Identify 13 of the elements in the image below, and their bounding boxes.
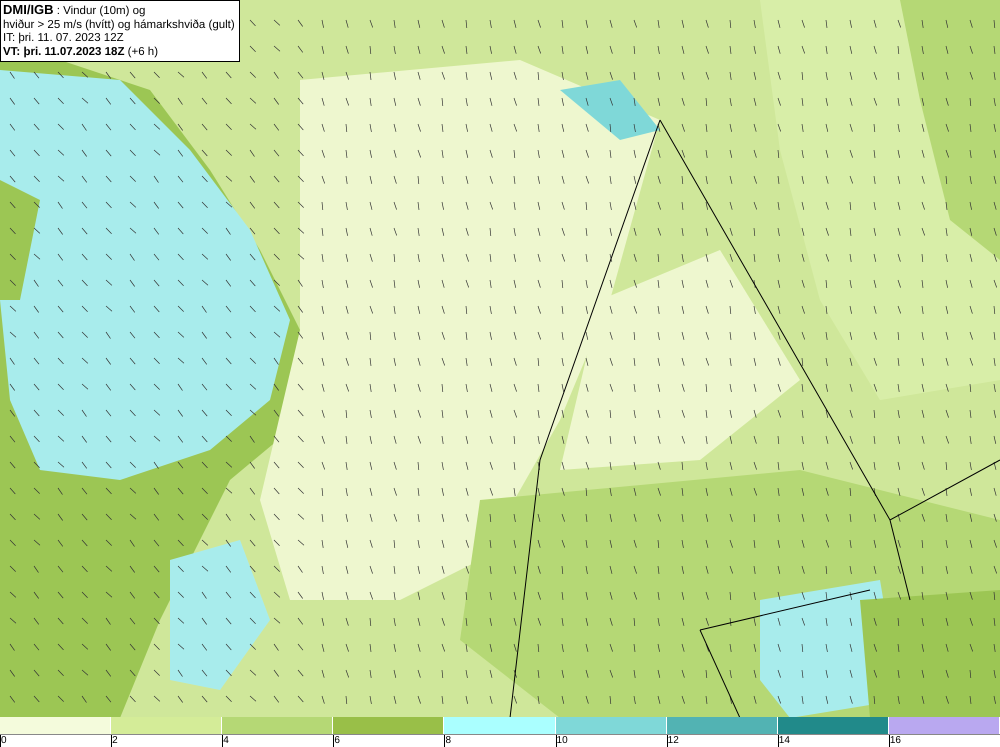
tick-label: 6 <box>334 735 340 747</box>
tick-label: 14 <box>778 735 790 747</box>
tick-label: 10 <box>556 735 568 747</box>
title-line: VT: þri. 11.07.2023 18Z (+6 h) <box>3 46 160 59</box>
tick-label: 2 <box>112 735 118 747</box>
title-line: IT: þri. 11. 07. 2023 12Z <box>3 32 125 46</box>
tick-label: 0 <box>1 735 7 747</box>
tick-label: 4 <box>223 735 229 747</box>
title-line: hviður > 25 m/s (hvítt) og hámarkshviða (gult) <box>3 18 235 32</box>
tick-label: 8 <box>445 735 451 747</box>
tick-label: 12 <box>668 735 679 747</box>
tick-label: 16 <box>890 735 901 747</box>
title-line: DMI/IGB : Vindur (10m) og <box>3 3 146 18</box>
